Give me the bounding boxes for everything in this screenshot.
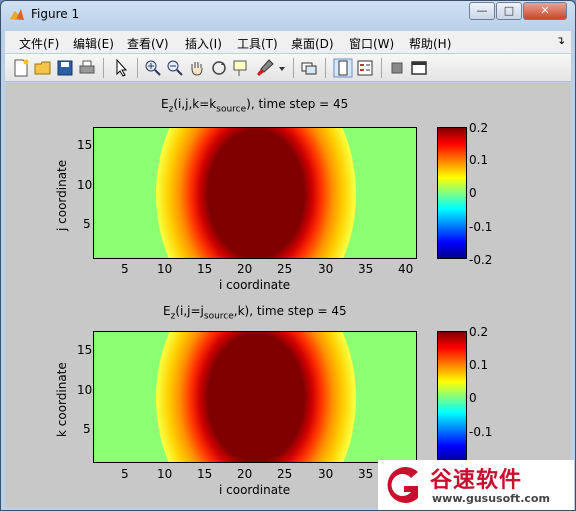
plot2-colorbar[interactable] [437,331,467,463]
plot1-xtick: 5 [121,262,129,276]
link-icon[interactable] [299,58,319,78]
watermark-url: www.gususoft.com [432,492,550,505]
menu-file[interactable]: 文件(F) [19,35,59,52]
plot2-xtick: 5 [121,467,129,481]
toolbar [5,54,571,82]
plot1-cbar-tick: 0 [469,186,477,200]
menu-view[interactable]: 查看(V) [127,35,169,52]
plot1-xtick: 25 [277,262,293,276]
gusu-logo-icon [387,467,418,503]
rotate-icon[interactable] [209,58,229,78]
plot2-ytick: 5 [83,422,91,436]
pan-icon[interactable] [187,58,207,78]
menu-window[interactable]: 窗口(W) [349,35,394,52]
plot1-ytick: 15 [77,138,93,152]
window-title: Figure 1 [31,7,80,21]
zoom-out-icon[interactable] [165,58,185,78]
plot1-xtick: 15 [197,262,213,276]
dock-icon[interactable] [409,58,429,78]
plot1-ytick: 10 [77,178,93,192]
plot1-cbar-tick: -0.1 [469,220,493,234]
plot2-cbar-tick: -0.1 [469,425,493,439]
plot1-cbar-tick: 0.2 [469,121,489,135]
plot2-ylabel: k coordinate [55,362,69,437]
title-bar[interactable]: Figure 1 — □ ✕ [1,1,575,29]
watermark-name: 谷速软件 [430,468,523,493]
colorbar-icon[interactable] [333,58,353,78]
plot1-xtick: 20 [237,262,253,276]
menu-overflow-icon[interactable]: ↴ [556,34,565,47]
toolbar-separator [137,58,138,78]
dropdown-icon[interactable] [277,58,287,78]
field-pattern [156,128,356,258]
pointer-icon[interactable] [111,58,131,78]
legend-icon[interactable] [355,58,375,78]
plot2-ytick: 10 [77,383,93,397]
toolbar-separator [381,58,382,78]
plot2-xtick: 35 [358,467,374,481]
plot2-ytick: 15 [77,343,93,357]
plot1-title: Ez(i,j,k=ksource), time step = 45 [161,97,349,115]
plot1-xtick: 30 [318,262,334,276]
menu-insert[interactable]: 插入(I) [185,35,222,52]
plot2-cbar-tick: 0.1 [469,358,489,372]
plot2-xtick: 20 [237,467,253,481]
menu-edit[interactable]: 编辑(E) [73,35,114,52]
toolbar-separator [293,58,294,78]
plot1-ylabel: j coordinate [55,159,69,231]
plot2-xtick: 30 [318,467,334,481]
plot1-ytick: 5 [83,217,91,231]
field-pattern [156,332,356,462]
plot1-cbar-tick: -0.2 [469,253,493,267]
figure-window: Figure 1 — □ ✕ 文件(F) 编辑(E) 查看(V) 插入(I) 工… [0,0,576,511]
toolbar-separator [325,58,326,78]
plot1-cbar-tick: 0.1 [469,153,489,167]
brush-icon[interactable] [255,58,275,78]
menu-help[interactable]: 帮助(H) [409,35,451,52]
menu-desktop[interactable]: 桌面(D) [291,35,334,52]
matlab-icon [10,9,24,20]
close-button[interactable]: ✕ [523,2,567,20]
data-cursor-icon[interactable] [231,58,251,78]
save-icon[interactable] [55,58,75,78]
menu-tools[interactable]: 工具(T) [237,35,278,52]
plot2-cbar-tick: 0 [469,391,477,405]
figure-canvas: Ez(i,j,k=ksource), time step = 45 15 10 … [5,83,571,508]
plot1-xlabel: i coordinate [219,278,291,292]
plot1-xtick: 10 [157,262,173,276]
watermark: 谷速软件 www.gususoft.com [378,460,574,510]
plot1-colorbar[interactable] [437,127,467,259]
hide-tools-icon[interactable] [387,58,407,78]
minimize-button[interactable]: — [469,2,495,20]
new-figure-icon[interactable] [11,58,31,78]
plot2-axes[interactable] [93,331,417,463]
plot2-xtick: 25 [277,467,293,481]
plot1-xtick: 35 [358,262,374,276]
print-icon[interactable] [77,58,97,78]
plot2-xlabel: i coordinate [219,483,291,497]
plot2-xtick: 15 [197,467,213,481]
plot1-axes[interactable] [93,127,417,259]
zoom-in-icon[interactable] [143,58,163,78]
menu-bar: 文件(F) 编辑(E) 查看(V) 插入(I) 工具(T) 桌面(D) 窗口(W… [5,31,571,53]
plot2-xtick: 10 [157,467,173,481]
maximize-button[interactable]: □ [496,2,522,20]
plot2-cbar-tick: 0.2 [469,325,489,339]
plot1-xtick: 40 [398,262,414,276]
open-icon[interactable] [33,58,53,78]
plot2-title: Ez(i,j=jsource,k), time step = 45 [163,304,347,322]
toolbar-separator [103,58,104,78]
